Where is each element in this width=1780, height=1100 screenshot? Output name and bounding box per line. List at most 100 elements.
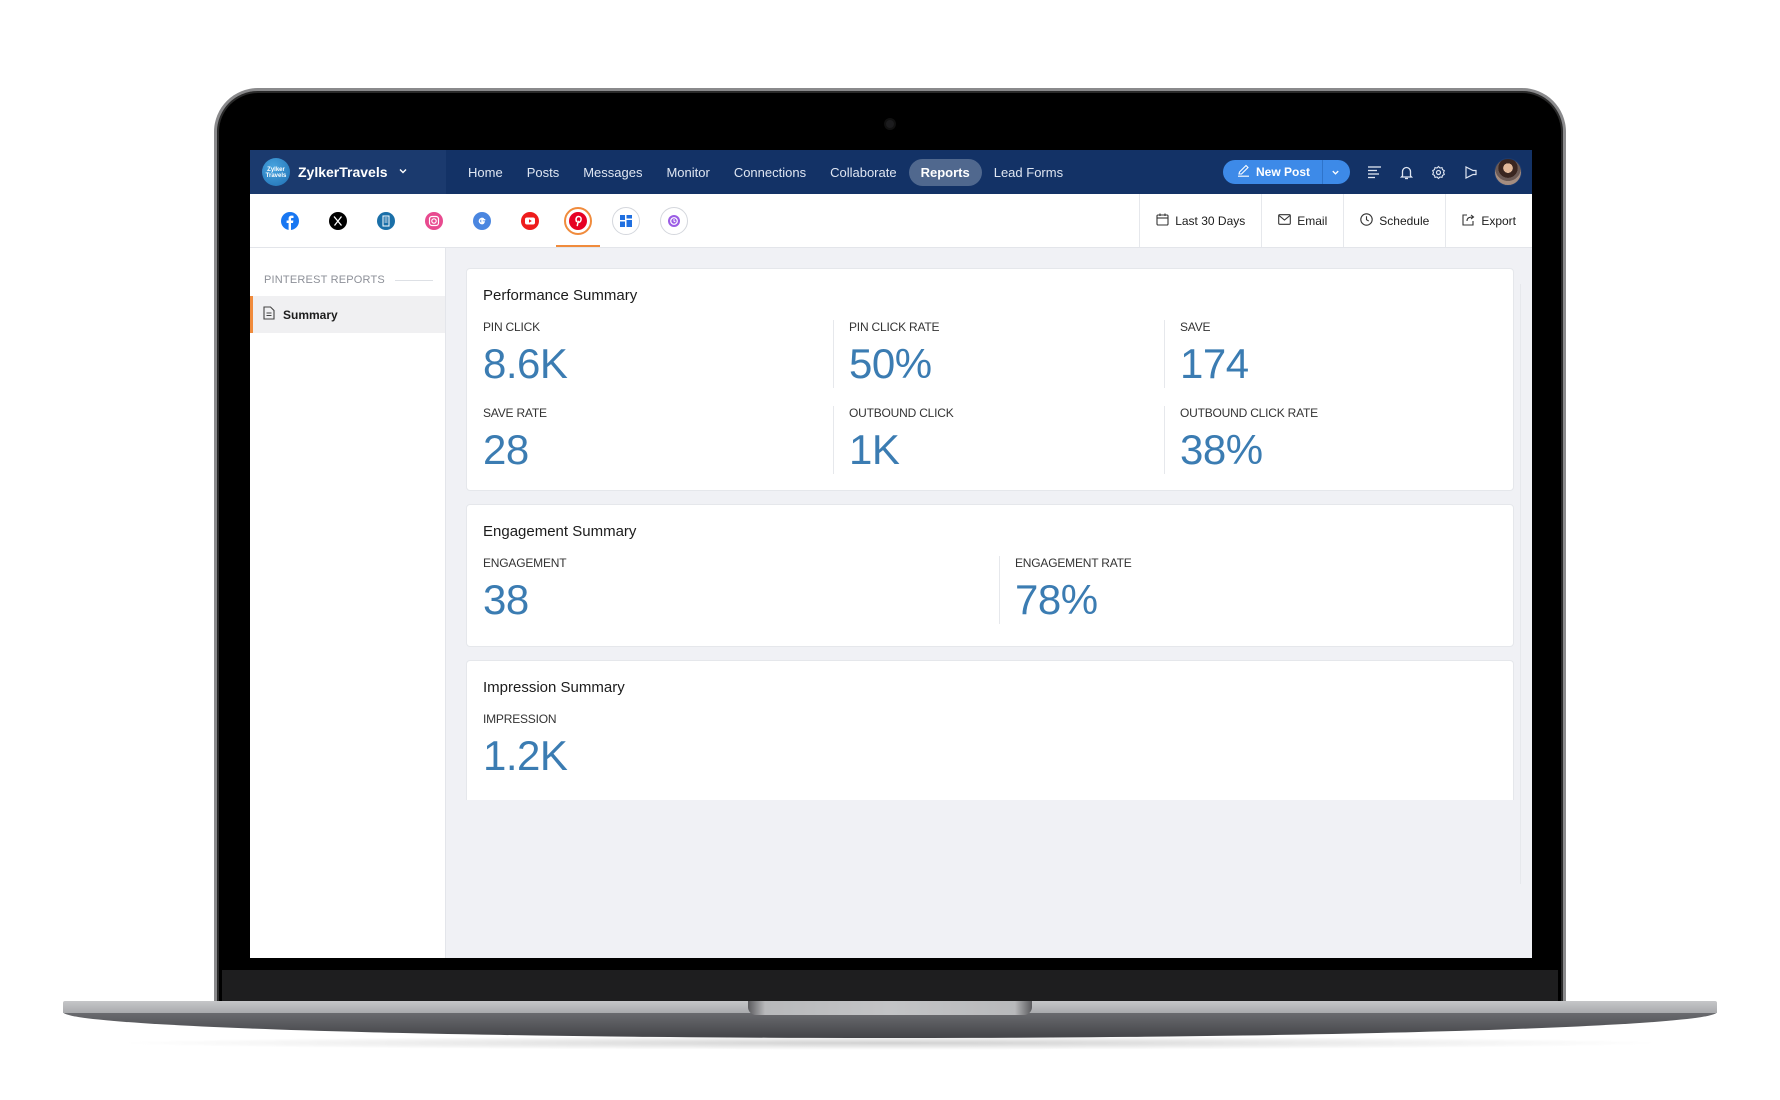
nav-collaborate[interactable]: Collaborate: [818, 159, 909, 186]
facebook-icon[interactable]: [276, 207, 304, 235]
metric-engagement-rate: ENGAGEMENT RATE 78%: [999, 556, 1497, 624]
laptop-shadow: [110, 1036, 1670, 1050]
pencil-icon: [1237, 164, 1250, 180]
metric-impression: IMPRESSION 1.2K: [483, 712, 1497, 780]
clock-icon: [1360, 212, 1374, 229]
metric-value: 1K: [849, 426, 900, 473]
channel-toolbar: Last 30 Days Email Schedule Export: [250, 194, 1532, 248]
new-post-label: New Post: [1255, 165, 1310, 179]
metric-label: SAVE RATE: [483, 406, 547, 420]
card-title: Impression Summary: [483, 679, 625, 696]
pinterest-icon[interactable]: [556, 206, 600, 247]
metric-outbound-click: OUTBOUND CLICK 1K: [833, 406, 1164, 474]
metric-value: 174: [1180, 340, 1249, 387]
avatar[interactable]: [1494, 158, 1522, 186]
app-screen: Zylker Travels ZylkerTravels Home Posts …: [250, 150, 1532, 958]
metric-label: PIN CLICK RATE: [849, 320, 940, 334]
mail-icon: [1278, 213, 1292, 228]
top-nav-bar: Zylker Travels ZylkerTravels Home Posts …: [250, 150, 1532, 194]
metric-save: SAVE 174: [1164, 320, 1497, 388]
brand-name: ZylkerTravels: [298, 164, 388, 180]
sidebar-item-summary[interactable]: Summary: [250, 296, 445, 333]
chevron-down-icon: [1332, 170, 1339, 175]
metrics-grid: PIN CLICK 8.6K PIN CLICK RATE 50% SAVE 1…: [483, 320, 1497, 474]
linkedin-page-icon[interactable]: [372, 207, 400, 235]
metric-value: 1.2K: [483, 732, 568, 779]
laptop-base-underside: [63, 1012, 1717, 1038]
sidebar-section-header: PINTEREST REPORTS: [250, 248, 445, 286]
nav-posts[interactable]: Posts: [515, 159, 572, 186]
brand-switcher[interactable]: Zylker Travels ZylkerTravels: [250, 150, 446, 194]
new-post-button-group: New Post: [1222, 160, 1350, 184]
sidebar-item-label: Summary: [283, 307, 338, 322]
metric-save-rate: SAVE RATE 28: [483, 406, 833, 474]
email-label: Email: [1297, 213, 1328, 228]
metric-value: 38%: [1180, 426, 1263, 473]
schedule-button[interactable]: Schedule: [1343, 194, 1445, 247]
new-post-button[interactable]: New Post: [1223, 160, 1323, 184]
metric-value: 50%: [849, 340, 932, 387]
report-content: Performance Summary PIN CLICK 8.6K PIN C…: [466, 268, 1514, 800]
metric-label: SAVE: [1180, 320, 1211, 334]
webcam: [886, 120, 894, 128]
metric-label: PIN CLICK: [483, 320, 540, 334]
new-post-dropdown[interactable]: [1323, 160, 1350, 184]
megaphone-icon[interactable]: [1462, 164, 1478, 180]
metric-value: 38: [483, 576, 529, 623]
date-range-button[interactable]: Last 30 Days: [1139, 194, 1261, 247]
youtube-icon[interactable]: [516, 207, 544, 235]
nav-lead-forms[interactable]: Lead Forms: [982, 159, 1075, 186]
nav-messages[interactable]: Messages: [571, 159, 654, 186]
x-twitter-icon[interactable]: [324, 207, 352, 235]
report-actions: Last 30 Days Email Schedule Export: [1139, 194, 1532, 247]
menu-lines-icon[interactable]: [1366, 164, 1382, 180]
laptop-chin: [222, 970, 1558, 1002]
metric-value: 78%: [1015, 576, 1098, 623]
dashboard-widget-icon[interactable]: [612, 206, 640, 235]
nav-connections[interactable]: Connections: [722, 159, 818, 186]
document-icon: [263, 306, 275, 323]
calendar-icon: [1156, 213, 1169, 229]
metric-label: IMPRESSION: [483, 712, 557, 726]
chevron-down-icon: [398, 166, 408, 179]
laptop-hinge-notch: [748, 1001, 1032, 1015]
channel-tabs: [250, 194, 688, 247]
export-button[interactable]: Export: [1445, 194, 1532, 247]
email-button[interactable]: Email: [1261, 194, 1343, 247]
brand-logo: Zylker Travels: [262, 158, 290, 186]
sidebar-section-title: PINTEREST REPORTS: [264, 274, 385, 286]
metric-outbound-click-rate: OUTBOUND CLICK RATE 38%: [1164, 406, 1497, 474]
metric-engagement: ENGAGEMENT 38: [483, 556, 999, 624]
metric-label: ENGAGEMENT: [483, 556, 567, 570]
performance-summary-card: Performance Summary PIN CLICK 8.6K PIN C…: [466, 268, 1514, 491]
metrics-grid: ENGAGEMENT 38 ENGAGEMENT RATE 78%: [483, 556, 1497, 624]
header-tools: New Post: [1222, 158, 1532, 186]
engagement-summary-card: Engagement Summary ENGAGEMENT 38 ENGAGEM…: [466, 504, 1514, 647]
nav-home[interactable]: Home: [456, 159, 515, 186]
scrollbar-track[interactable]: [1520, 284, 1521, 884]
metric-label: ENGAGEMENT RATE: [1015, 556, 1132, 570]
reports-sidebar: PINTEREST REPORTS Summary: [250, 248, 446, 958]
bell-icon[interactable]: [1398, 164, 1414, 180]
metric-label: OUTBOUND CLICK: [849, 406, 954, 420]
main-nav: Home Posts Messages Monitor Connections …: [456, 158, 1075, 186]
brand-logo-text: Zylker Travels: [265, 167, 287, 179]
google-business-icon[interactable]: [468, 207, 496, 235]
nav-reports[interactable]: Reports: [908, 158, 982, 186]
card-title: Performance Summary: [483, 287, 638, 304]
schedule-label: Schedule: [1379, 213, 1430, 228]
nav-monitor[interactable]: Monitor: [654, 159, 721, 186]
divider: [394, 279, 433, 281]
card-title: Engagement Summary: [483, 523, 637, 540]
metric-value: 28: [483, 426, 529, 473]
instagram-icon[interactable]: [420, 207, 448, 235]
impression-summary-card: Impression Summary IMPRESSION 1.2K: [466, 660, 1514, 800]
date-range-label: Last 30 Days: [1175, 213, 1246, 228]
export-label: Export: [1481, 213, 1516, 228]
metric-pin-click: PIN CLICK 8.6K: [483, 320, 833, 388]
threads-clock-icon[interactable]: [660, 206, 688, 235]
metric-pin-click-rate: PIN CLICK RATE 50%: [833, 320, 1164, 388]
export-icon: [1462, 213, 1475, 229]
metric-label: OUTBOUND CLICK RATE: [1180, 406, 1318, 420]
gear-icon[interactable]: [1430, 164, 1446, 180]
